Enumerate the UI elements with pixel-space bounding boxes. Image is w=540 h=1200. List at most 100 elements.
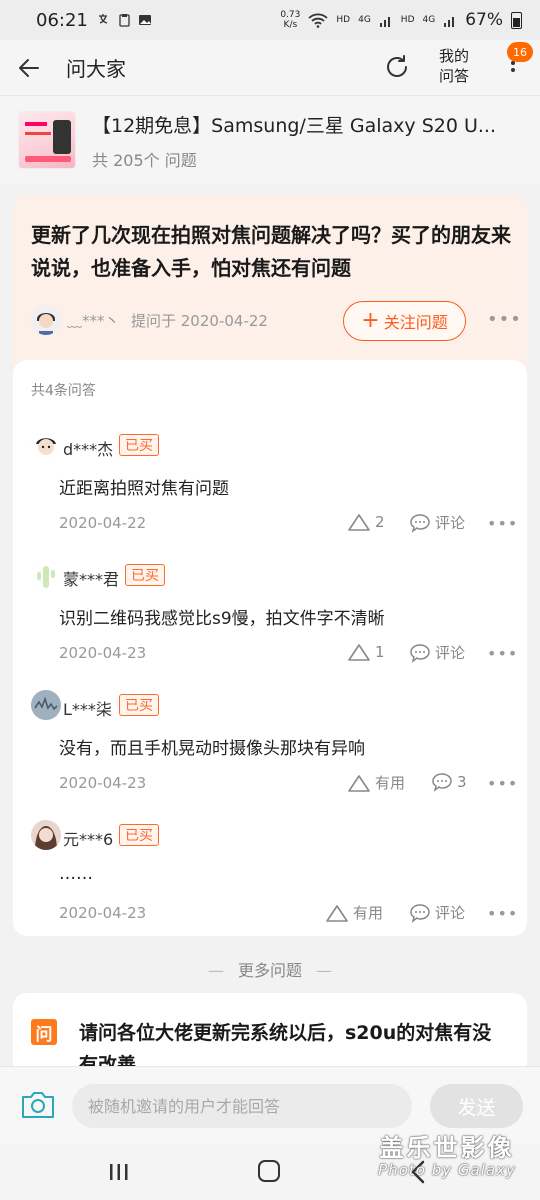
answers-count: 共4条问答 (31, 383, 96, 399)
system-nav-bar (0, 1144, 540, 1200)
thumb-phone-shape (53, 120, 71, 154)
answer-date: 2020-04-23 (59, 644, 147, 662)
top-bar: 问大家 我的问答 16 (0, 40, 540, 96)
photo-avatar-icon (31, 690, 61, 720)
refresh-button[interactable] (380, 50, 414, 84)
asker-name: ﹏***丶 (67, 312, 120, 330)
battery-icon (511, 11, 522, 29)
purchased-tag: 已买 (119, 824, 159, 846)
follow-label: 关注问题 (383, 313, 448, 332)
more-questions-heading: — 更多问题 — (0, 957, 540, 981)
useful-button[interactable]: 有用 (325, 902, 383, 923)
useful-count: 有用 (375, 774, 406, 792)
answer-item: L***柒 已买 没有，而且手机晃动时摄像头那块有异响 2020-04-23 有… (13, 686, 527, 816)
follow-question-button[interactable]: + 关注问题 (343, 301, 466, 341)
status-bar: 06:21 0.73 K/s HD 4G HD 4G 67% (0, 0, 540, 40)
send-button[interactable]: 发送 (430, 1084, 523, 1128)
purchased-tag: 已买 (125, 564, 165, 586)
answer-more-icon[interactable]: ••• (487, 514, 518, 533)
answer-more-icon[interactable]: ••• (487, 644, 518, 663)
comment-button[interactable]: 3 (431, 772, 467, 792)
answer-text: 识别二维码我感觉比s9慢，拍文件字不清晰 (59, 609, 385, 629)
comment-label: 评论 (435, 904, 466, 922)
divider-right: — (316, 961, 332, 980)
person-avatar-icon (31, 820, 61, 850)
question-more-icon[interactable]: ••• (487, 309, 522, 330)
person-avatar-icon (31, 430, 61, 460)
useful-count: 有用 (353, 904, 384, 922)
thumb-price-bar (25, 156, 71, 162)
net-speed-value: 0.73 (280, 10, 301, 20)
signal-4g-1: 4G (358, 15, 371, 25)
comment-icon (432, 773, 452, 792)
question-card: 更新了几次现在拍照对焦问题解决了吗？买了的朋友来说说，也准备入手，怕对焦还有问题… (13, 195, 527, 375)
comment-button[interactable]: 评论 (409, 902, 465, 923)
thumb-banner (25, 122, 47, 126)
triangle-up-icon (326, 904, 348, 922)
answer-text: 没有，而且手机晃动时摄像头那块有异响 (59, 739, 365, 759)
page-title: 问大家 (66, 57, 126, 81)
answerer-name: d***杰 (63, 440, 114, 459)
signal-4g-2: 4G (422, 15, 436, 25)
useful-button[interactable]: 1 (347, 642, 385, 662)
answerer-avatar[interactable] (31, 430, 61, 460)
product-name: 【12期免息】Samsung/三星 Galaxy S20 U... (92, 115, 496, 137)
purchased-tag: 已买 (119, 694, 159, 716)
answer-text: …… (59, 864, 93, 884)
triangle-up-icon (348, 644, 370, 661)
status-right: 0.73 K/s HD 4G HD 4G 67% (280, 10, 522, 30)
answer-more-icon[interactable]: ••• (487, 904, 518, 923)
person-avatar-icon (31, 305, 61, 335)
signal-bars-icon (379, 17, 390, 27)
answerer-name: 蒙***君 (63, 570, 120, 589)
asker-avatar[interactable] (31, 305, 61, 335)
answerer-name: 元***6 (63, 830, 114, 849)
clipboard-icon (119, 14, 130, 27)
useful-count: 1 (375, 643, 385, 661)
comment-icon (410, 903, 430, 923)
product-thumbnail (18, 111, 76, 169)
plus-icon: + (361, 308, 380, 333)
answer-item: 蒙***君 已买 识别二维码我感觉比s9慢，拍文件字不清晰 2020-04-23… (13, 556, 527, 686)
net-speed: 0.73 K/s (280, 10, 300, 30)
notification-icons (98, 13, 152, 27)
more-questions-label: 更多问题 (237, 961, 302, 980)
arrow-left-icon (19, 58, 39, 77)
back-button[interactable] (0, 40, 56, 96)
answerer-avatar[interactable] (31, 690, 61, 720)
nav-back-icon[interactable] (410, 1160, 426, 1184)
signal-hd-1: HD (336, 15, 351, 25)
translate-icon (98, 14, 108, 24)
comment-icon (410, 643, 430, 663)
useful-button[interactable]: 有用 (347, 772, 405, 793)
thumb-text-line (25, 132, 51, 135)
answer-more-icon[interactable]: ••• (487, 774, 518, 793)
camera-button[interactable] (20, 1089, 56, 1121)
answerer-avatar[interactable] (31, 820, 61, 850)
answerer-avatar[interactable] (31, 560, 61, 590)
answers-card: 共4条问答 d***杰 已买 近距离拍照对焦有问题 2020-04-22 2 评… (13, 360, 527, 936)
answer-date: 2020-04-22 (59, 514, 147, 532)
comment-button[interactable]: 评论 (409, 512, 465, 533)
useful-count: 2 (375, 513, 385, 531)
answer-text: 近距离拍照对焦有问题 (59, 479, 229, 499)
product-summary[interactable]: 【12期免息】Samsung/三星 Galaxy S20 U... 共 205个… (0, 97, 540, 185)
reply-bar: 发送 (0, 1066, 540, 1144)
asked-date: 提问于 2020-04-22 (131, 312, 268, 330)
comment-icon (410, 513, 430, 533)
home-icon[interactable] (258, 1160, 280, 1182)
useful-button[interactable]: 2 (347, 512, 385, 532)
net-speed-unit: K/s (283, 20, 298, 30)
recent-apps-icon[interactable] (108, 1162, 130, 1182)
comment-button[interactable]: 评论 (409, 642, 465, 663)
comment-count: 3 (457, 773, 467, 791)
question-badge-icon: 问 (31, 1019, 57, 1045)
camera-icon (22, 1092, 54, 1118)
signal-hd-2: HD (400, 15, 415, 25)
my-answers-button[interactable]: 我的问答 (436, 46, 472, 86)
refresh-icon (387, 55, 407, 77)
reply-input[interactable] (72, 1084, 412, 1128)
question-count: 共 205个 问题 (92, 151, 197, 170)
image-icon (138, 15, 151, 25)
triangle-up-icon (348, 774, 370, 792)
